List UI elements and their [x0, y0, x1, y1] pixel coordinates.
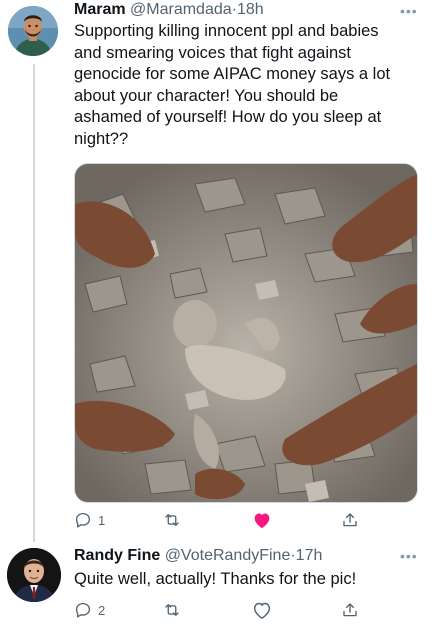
share-icon [343, 513, 357, 527]
tweet-text-line: genocide for some AIPAC money says a lot [74, 65, 391, 83]
tweet-text-line: and smearing voices that fight against [74, 43, 351, 62]
reply-count: 2 [98, 602, 106, 618]
tweet-timestamp[interactable]: 18h [237, 1, 264, 18]
reply-icon [75, 512, 91, 528]
retweet-button[interactable] [162, 508, 188, 532]
tweet-text-line: night?? [74, 129, 129, 148]
author-name[interactable]: Randy Fine [74, 547, 160, 564]
share-button[interactable] [341, 598, 359, 622]
author-handle[interactable]: @VoteRandyFine [165, 547, 291, 564]
tweet-header: Maram @Maramdada·18h [74, 0, 264, 20]
avatar-maram[interactable] [8, 6, 58, 56]
author-handle[interactable]: @Maramdada [130, 1, 232, 18]
thread-connector-line [33, 64, 35, 542]
tweet-actions: 1 [74, 508, 374, 532]
heart-icon [253, 602, 271, 619]
heart-icon [254, 513, 270, 529]
avatar-randy-fine[interactable] [7, 548, 61, 602]
reply-count: 1 [98, 512, 106, 528]
tweet-photo[interactable] [74, 163, 418, 503]
tweet-text: Supporting killing innocent ppl and babi… [74, 21, 390, 150]
tweet-text-line: ashamed of yourself! How do you sleep at [74, 108, 382, 126]
reply-button[interactable]: 1 [74, 508, 105, 532]
share-button[interactable] [341, 508, 359, 532]
share-icon [343, 603, 357, 617]
tweet-actions: 2 [74, 598, 374, 622]
like-button[interactable] [252, 508, 272, 532]
tweet-text-line: about your character! You should be [74, 86, 339, 105]
reply-button[interactable]: 2 [74, 598, 105, 622]
reply-icon [75, 602, 91, 618]
tweet-text: Quite well, actually! Thanks for the pic… [74, 570, 357, 588]
more-icon[interactable]: ••• [400, 548, 418, 564]
tweet-header: Randy Fine @VoteRandyFine·17h [74, 546, 322, 566]
author-name[interactable]: Maram [74, 1, 126, 18]
like-button[interactable] [252, 598, 272, 622]
retweet-icon [165, 604, 179, 616]
more-icon[interactable]: ••• [400, 3, 418, 19]
retweet-button[interactable] [162, 598, 188, 622]
retweet-icon [165, 514, 179, 526]
tweet-text-line: Supporting killing innocent ppl and babi… [74, 22, 379, 40]
tweet-timestamp[interactable]: 17h [296, 547, 323, 564]
